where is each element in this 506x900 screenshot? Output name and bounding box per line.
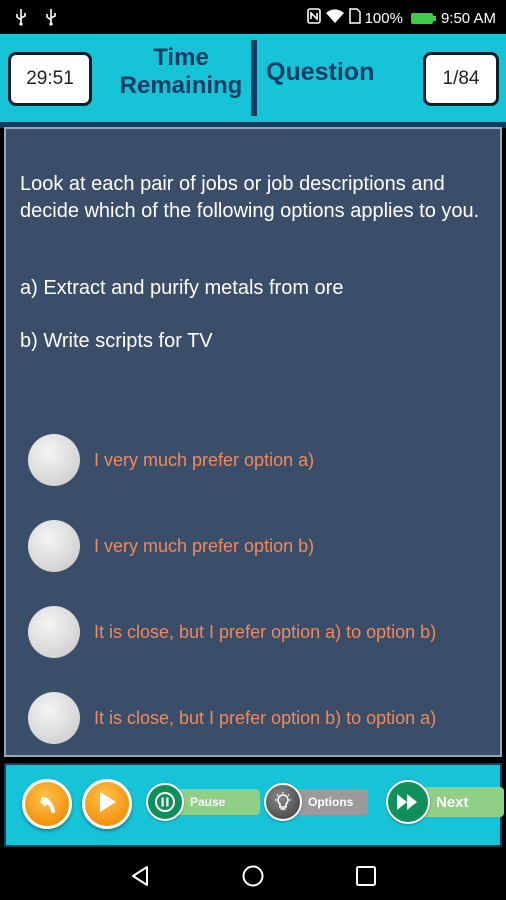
- answer-option[interactable]: I very much prefer option a): [28, 433, 314, 487]
- pause-button[interactable]: Pause: [146, 783, 260, 821]
- options-button[interactable]: Options: [264, 783, 368, 821]
- back-nav-icon[interactable]: [128, 864, 152, 893]
- quiz-header: 29:51 Time Remaining Question 1/84: [0, 34, 506, 128]
- sim-icon: [348, 8, 361, 28]
- radio-button[interactable]: [28, 606, 80, 658]
- battery-icon: [410, 12, 436, 24]
- time-remaining-label: Time Remaining: [119, 44, 243, 99]
- battery-percent: 100%: [364, 9, 403, 27]
- system-nav-bar: [0, 852, 506, 900]
- answer-option[interactable]: It is close, but I prefer option a) to o…: [28, 605, 436, 659]
- answer-label: It is close, but I prefer option b) to o…: [94, 707, 437, 728]
- lightbulb-icon: [264, 783, 302, 821]
- recents-nav-icon[interactable]: [354, 864, 378, 893]
- answer-option[interactable]: It is close, but I prefer option b) to o…: [28, 691, 436, 745]
- answer-label: I very much prefer option a): [94, 449, 315, 470]
- status-bar: 100% 9:50 AM: [0, 0, 506, 34]
- radio-button[interactable]: [28, 692, 80, 744]
- timer-display: 29:51: [8, 52, 92, 106]
- radio-button[interactable]: [28, 520, 80, 572]
- bottom-toolbar: Pause Options Next: [4, 763, 504, 847]
- question-prompt: Look at each pair of jobs or job descrip…: [20, 173, 480, 222]
- nfc-icon: [306, 8, 321, 28]
- fast-forward-icon: [386, 780, 430, 824]
- radio-button[interactable]: [28, 434, 80, 486]
- clock: 9:50 AM: [440, 9, 496, 27]
- question-card: Look at each pair of jobs or job descrip…: [4, 127, 502, 757]
- back-button[interactable]: [22, 779, 72, 829]
- pause-label: Pause: [172, 789, 260, 815]
- question-label: Question: [266, 58, 375, 86]
- home-nav-icon[interactable]: [241, 864, 265, 893]
- answer-label: I very much prefer option b): [94, 535, 315, 556]
- answer-option[interactable]: I very much prefer option b): [28, 519, 314, 573]
- question-counter: 1/84: [423, 52, 499, 106]
- next-button[interactable]: Next: [386, 780, 504, 824]
- job-option-a: a) Extract and purify metals from ore: [20, 277, 344, 299]
- play-icon: [95, 789, 119, 820]
- back-arrow-icon: [34, 789, 60, 820]
- pause-icon: [146, 783, 184, 821]
- wifi-icon: [325, 8, 345, 28]
- answer-label: It is close, but I prefer option a) to o…: [94, 621, 437, 642]
- header-divider: [251, 40, 257, 116]
- usb-icon: [44, 8, 58, 30]
- play-button[interactable]: [82, 779, 132, 829]
- job-option-b: b) Write scripts for TV: [20, 330, 213, 352]
- next-label: Next: [418, 787, 504, 817]
- usb-icon: [14, 8, 28, 30]
